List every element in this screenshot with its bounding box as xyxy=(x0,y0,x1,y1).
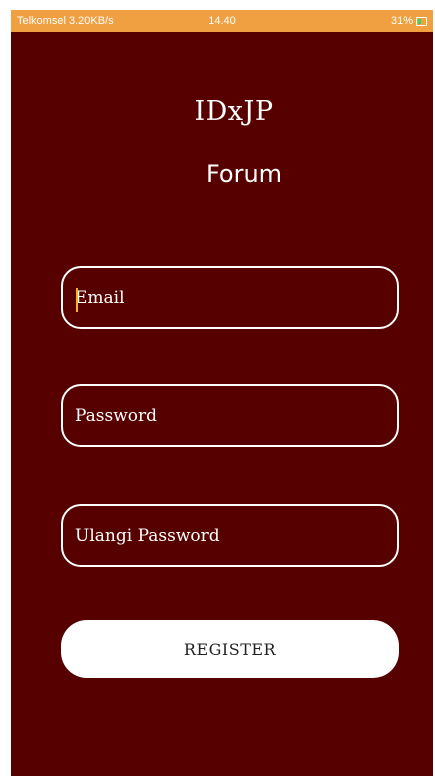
app-screen: Telkomsel 3.20KB/s 14.40 31% IDxJP Forum… xyxy=(11,10,433,776)
text-cursor xyxy=(76,288,78,312)
register-button[interactable]: REGISTER xyxy=(61,620,399,678)
status-time: 14.40 xyxy=(208,15,236,27)
confirm-password-input[interactable] xyxy=(63,506,397,565)
app-subtitle: Forum xyxy=(205,160,283,188)
app-title: IDxJP xyxy=(194,96,274,127)
battery-percent: 31% xyxy=(390,15,413,27)
password-input[interactable] xyxy=(63,386,397,445)
status-bar: Telkomsel 3.20KB/s 14.40 31% xyxy=(11,10,433,32)
battery-icon xyxy=(416,17,427,26)
email-input[interactable] xyxy=(63,268,397,327)
email-field[interactable] xyxy=(61,266,399,329)
confirm-password-field[interactable] xyxy=(61,504,399,567)
password-field[interactable] xyxy=(61,384,399,447)
